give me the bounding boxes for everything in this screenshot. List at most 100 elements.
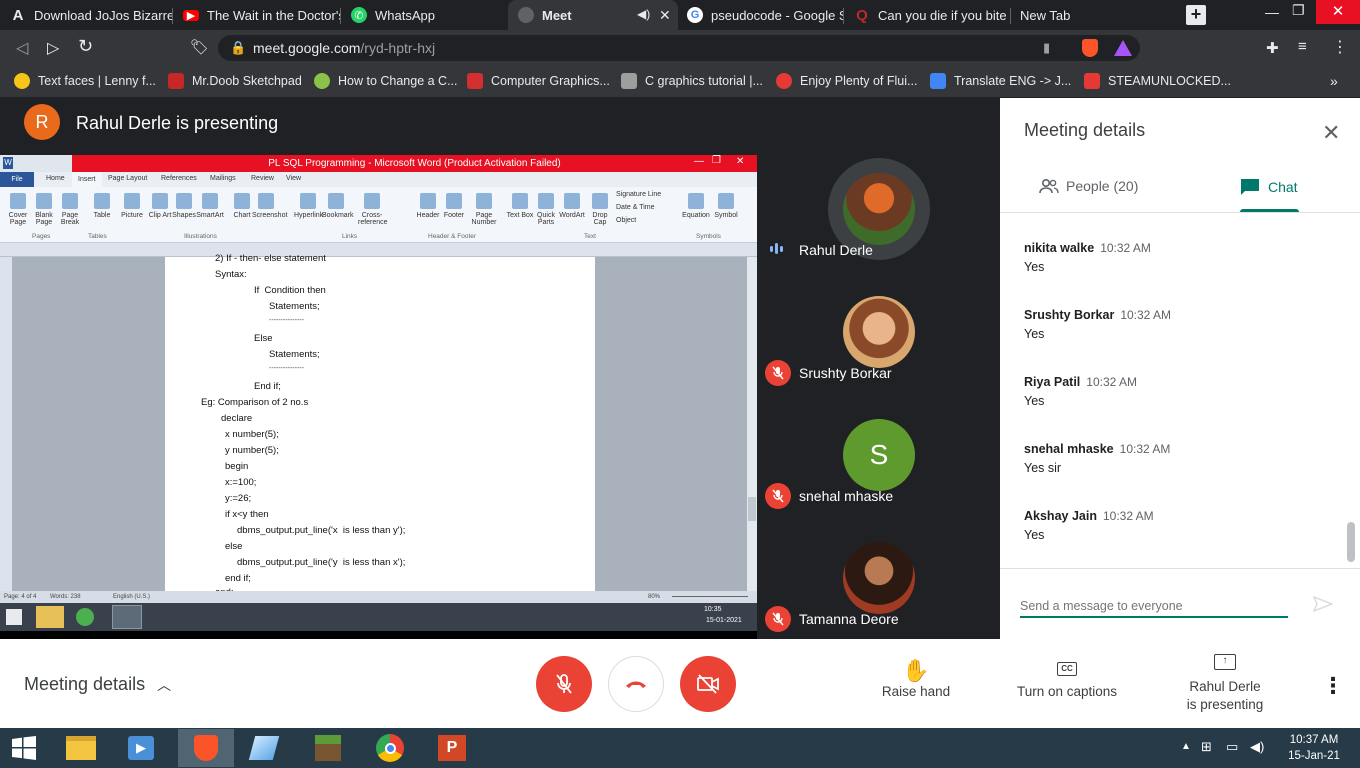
forward-icon[interactable]: ▷: [47, 38, 59, 58]
network-icon[interactable]: ⊞: [1201, 739, 1212, 755]
word-zoom-slider[interactable]: [672, 596, 748, 597]
word-ribbon-button[interactable]: Cross-reference: [358, 193, 388, 226]
tab-jojo[interactable]: A Download JoJos Bizarre A: [0, 0, 172, 30]
fluids-icon: [776, 73, 792, 89]
word-page[interactable]: 2) If - then- else statement Syntax: If Co…: [165, 253, 595, 598]
word-close[interactable]: ✕: [736, 156, 744, 167]
menu-icon[interactable]: ⋮: [1332, 37, 1348, 57]
minecraft-button[interactable]: [306, 731, 350, 765]
word-ribbon-button[interactable]: SmartArt: [196, 193, 224, 219]
restore-button[interactable]: ❐: [1292, 2, 1305, 19]
word-ribbon-button[interactable]: Bookmark: [322, 193, 354, 219]
word-ribbon-button[interactable]: Equation: [682, 193, 710, 219]
word-ribbon-button[interactable]: Symbol: [712, 193, 740, 219]
bookmark-item[interactable]: How to Change a C...: [314, 72, 458, 90]
word-ribbon-button[interactable]: Page Break: [56, 193, 84, 226]
media-player-button[interactable]: ▶: [119, 731, 163, 765]
tray-chevron-icon[interactable]: ▲: [1181, 741, 1191, 752]
tab-whatsapp[interactable]: ✆ WhatsApp: [341, 0, 509, 30]
tab-people[interactable]: People (20): [1038, 178, 1138, 194]
bookmark-item[interactable]: Computer Graphics...: [467, 72, 610, 90]
bookmark-item[interactable]: Text faces | Lenny f...: [14, 72, 156, 90]
word-ribbon-button[interactable]: Text Box: [506, 193, 534, 219]
word-tab-file[interactable]: File: [0, 172, 34, 187]
new-tab-button[interactable]: +: [1186, 5, 1206, 25]
word-tab-page-layout[interactable]: Page Layout: [108, 175, 147, 182]
word-tab-review[interactable]: Review: [251, 175, 274, 182]
more-options-icon[interactable]: ⋮: [1322, 673, 1344, 699]
word-ribbon-button[interactable]: Hyperlink: [294, 193, 323, 219]
send-icon[interactable]: [1312, 595, 1335, 617]
bookmark-item[interactable]: Enjoy Plenty of Flui...: [776, 72, 917, 90]
bookmark-item[interactable]: STEAMUNLOCKED...: [1084, 72, 1231, 90]
mic-toggle-button[interactable]: [536, 656, 592, 712]
meeting-details-button[interactable]: Meeting details ︿: [24, 674, 171, 695]
start-button[interactable]: [2, 731, 46, 765]
tab-quora[interactable]: Q Can you die if you bite th: [844, 0, 1010, 30]
word-ribbon-button[interactable]: Table: [88, 193, 116, 219]
word-tab-mailings[interactable]: Mailings: [210, 175, 236, 182]
bookmark-item[interactable]: Translate ENG -> J...: [930, 72, 1071, 90]
word-tab-references[interactable]: References: [161, 175, 197, 182]
word-ribbon-small-button[interactable]: Date & Time: [616, 204, 655, 211]
word-ribbon-button[interactable]: Shapes: [170, 193, 198, 219]
word-scroll-thumb[interactable]: [748, 497, 756, 521]
file-explorer-button[interactable]: [59, 731, 103, 765]
word-tab-home[interactable]: Home: [46, 175, 65, 182]
media-icon[interactable]: ≡: [1298, 38, 1307, 55]
tab-youtube[interactable]: ▶ The Wait in the Doctor's: [173, 0, 341, 30]
camera-toggle-button[interactable]: [680, 656, 736, 712]
leave-call-button[interactable]: [608, 656, 664, 712]
tab-google[interactable]: G pseudocode - Google Se: [677, 0, 843, 30]
word-ribbon-button[interactable]: Picture: [118, 193, 146, 219]
word-ribbon-small-button[interactable]: Signature Line: [616, 191, 661, 198]
brave-shield-icon[interactable]: [1082, 39, 1098, 57]
captions-button[interactable]: CC Turn on captions: [1010, 662, 1124, 699]
close-icon[interactable]: ✕: [1322, 120, 1340, 146]
word-restore[interactable]: ❐: [712, 155, 721, 166]
bookmark-icon[interactable]: 🏷: [190, 38, 209, 56]
presenting-button[interactable]: ↑ Rahul Derle is presenting: [1168, 654, 1282, 714]
word-ribbon-button[interactable]: Screenshot: [252, 193, 287, 219]
tab-meet[interactable]: Meet: [508, 0, 678, 30]
raise-hand-button[interactable]: ✋ Raise hand: [872, 658, 960, 699]
word-ribbon-small-button[interactable]: Object: [616, 217, 636, 224]
chat-input[interactable]: [1020, 596, 1288, 618]
bookmark-item[interactable]: Mr.Doob Sketchpad: [168, 72, 302, 90]
minimize-button[interactable]: —: [1265, 4, 1279, 20]
volume-icon[interactable]: ◀): [1250, 739, 1264, 755]
word-tab-insert[interactable]: Insert: [72, 172, 102, 187]
brave-rewards-icon[interactable]: [1114, 40, 1132, 56]
close-window-button[interactable]: ✕: [1316, 0, 1360, 24]
chrome-button[interactable]: [368, 731, 412, 765]
bookmarks-more-button[interactable]: »: [1330, 72, 1338, 90]
word-ribbon-button[interactable]: Quick Parts: [532, 193, 560, 226]
word-minimize[interactable]: —: [694, 156, 704, 167]
back-icon[interactable]: ◁: [16, 38, 28, 58]
word-ribbon-button[interactable]: Cover Page: [4, 193, 32, 226]
display-icon[interactable]: ▭: [1226, 739, 1238, 755]
powerpoint-button[interactable]: P: [430, 731, 474, 765]
word-ribbon-button[interactable]: Blank Page: [30, 193, 58, 226]
word-icon: W: [3, 157, 13, 169]
word-scrollbar[interactable]: [747, 257, 757, 591]
close-tab-icon[interactable]: ✕: [659, 7, 671, 24]
app-button[interactable]: [242, 731, 286, 765]
word-ribbon-button[interactable]: Footer: [440, 193, 468, 219]
word-ribbon-icon: [94, 193, 110, 209]
word-tab-view[interactable]: View: [286, 175, 301, 182]
extensions-icon[interactable]: ✚: [1266, 39, 1279, 57]
camera-blocked-icon[interactable]: ▮: [1043, 35, 1050, 61]
chat-scrollbar[interactable]: [1347, 522, 1355, 562]
word-ribbon-button[interactable]: Page Number: [470, 193, 498, 226]
taskbar-clock[interactable]: 10:37 AM 15-Jan-21: [1284, 732, 1344, 764]
tab-chat[interactable]: Chat: [1240, 178, 1298, 196]
word-ribbon-button[interactable]: Header: [414, 193, 442, 219]
reload-icon[interactable]: ↻: [78, 36, 93, 57]
address-bar[interactable]: 🔒 meet.google.com/ryd-hptr-hxj ▮: [218, 35, 1140, 61]
brave-button[interactable]: [178, 729, 234, 767]
bookmark-item[interactable]: C graphics tutorial |...: [621, 72, 763, 90]
word-ribbon-button[interactable]: Drop Cap: [586, 193, 614, 226]
tab-new[interactable]: New Tab: [1010, 0, 1180, 30]
word-ribbon-button[interactable]: WordArt: [558, 193, 586, 219]
